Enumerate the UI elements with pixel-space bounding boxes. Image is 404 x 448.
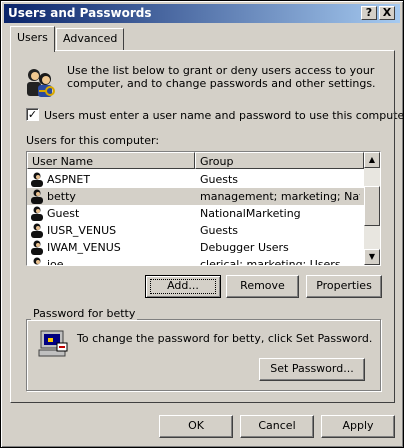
users-and-passwords-window: Users and Passwords ? X Users Advanced U… <box>0 0 404 448</box>
help-button[interactable]: ? <box>361 6 377 20</box>
users-tab-panel <box>10 50 395 403</box>
tab-advanced-label: Advanced <box>63 32 118 45</box>
apply-button-label: Apply <box>342 419 374 432</box>
ok-button-label: OK <box>188 419 204 432</box>
window-title: Users and Passwords <box>8 6 152 20</box>
ok-button[interactable]: OK <box>159 415 233 438</box>
cancel-button-label: Cancel <box>258 419 296 432</box>
close-button[interactable]: X <box>379 6 395 20</box>
tab-advanced[interactable]: Advanced <box>56 28 125 50</box>
apply-button[interactable]: Apply <box>321 415 395 438</box>
tab-users-label: Users <box>17 31 48 44</box>
cancel-button[interactable]: Cancel <box>240 415 314 438</box>
title-bar[interactable]: Users and Passwords ? X <box>4 4 400 23</box>
tab-users[interactable]: Users <box>10 26 55 52</box>
